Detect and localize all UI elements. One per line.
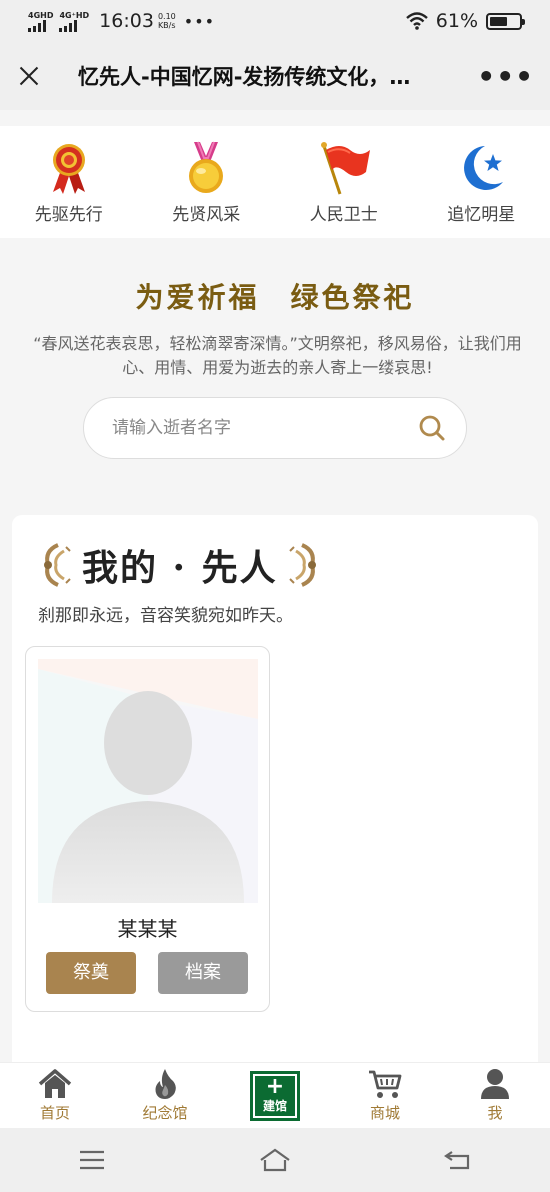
category-stars[interactable]: 追忆明星: [421, 140, 541, 225]
plus-icon: +: [265, 1074, 285, 1099]
network-type-1: 4GHD: [28, 10, 54, 20]
category-nav: 先驱先行 先贤风采 人民卫士 追忆明星: [0, 126, 550, 238]
tab-me[interactable]: 我: [440, 1068, 550, 1123]
battery-percent: 61%: [435, 10, 478, 32]
wifi-icon: [405, 12, 428, 30]
build-hall-icon: + 建馆: [250, 1070, 300, 1121]
flame-icon: [155, 1069, 176, 1099]
close-icon[interactable]: [16, 63, 42, 89]
tab-memorial[interactable]: 纪念馆: [110, 1068, 220, 1123]
ancestor-card[interactable]: 某某某 祭奠 档案: [25, 646, 270, 1012]
speed-unit: KB/s: [157, 21, 176, 30]
default-person-icon: [38, 659, 258, 903]
signal-bars-icon: [59, 19, 78, 32]
ribbon-medal-icon: [52, 143, 85, 194]
signal-bars-icon: [28, 19, 46, 32]
avatar: [38, 659, 258, 903]
more-notifications-icon: •••: [183, 11, 216, 31]
tab-label: 商城: [369, 1104, 400, 1122]
battery-fill: [490, 16, 508, 26]
ancestor-name: 某某某: [117, 917, 178, 941]
speed-value: 0.10: [157, 12, 176, 21]
page-title: 忆先人-中国忆网-发扬传统文化，…: [78, 65, 411, 89]
red-flag-icon: [320, 141, 370, 194]
home-icon: [38, 1069, 72, 1098]
search-bar: [83, 397, 467, 459]
hero-title: 为爱祈福 绿色祭祀: [135, 281, 415, 314]
network-speed: 0.10 KB/s: [158, 12, 176, 30]
tab-build-hall[interactable]: + 建馆: [220, 1070, 330, 1121]
section-title: 我的 · 先人: [82, 547, 278, 589]
tab-label: 首页: [39, 1104, 70, 1122]
my-ancestors-section: 我的 · 先人 刹那即永远，音容笑貌宛如昨天。 某某某 祭奠 档案: [12, 515, 538, 1075]
category-label: 先驱先行: [34, 204, 103, 225]
network-type-2: 4G⁺HD: [59, 10, 90, 20]
mourn-button[interactable]: 祭奠: [46, 952, 136, 994]
tab-label: 我: [487, 1104, 503, 1122]
section-subtitle: 刹那即永远，音容笑貌宛如昨天。: [38, 606, 293, 626]
status-bar: 4GHD 4G⁺HD 16:03 0.10 KB/s ••• 61%: [0, 0, 550, 42]
ornament-left-icon: [44, 543, 71, 587]
tab-home[interactable]: 首页: [0, 1068, 110, 1123]
signal-indicator-2: 4G⁺HD: [59, 11, 89, 32]
crescent-star-icon: [464, 145, 504, 190]
cart-icon: [369, 1070, 402, 1098]
menu-icon[interactable]: [76, 1146, 108, 1174]
back-icon[interactable]: [442, 1146, 474, 1174]
build-hall-label: 建馆: [262, 1099, 287, 1113]
user-icon: [481, 1069, 509, 1099]
section-header: 我的 · 先人: [38, 539, 322, 591]
more-menu-icon[interactable]: •••: [477, 60, 534, 93]
search-input[interactable]: [112, 418, 418, 438]
tab-label: 纪念馆: [142, 1104, 188, 1122]
search-icon[interactable]: [418, 414, 446, 442]
ornament-right-icon: [288, 543, 316, 587]
category-pioneer[interactable]: 先驱先行: [9, 140, 129, 225]
clock: 16:03: [99, 10, 154, 32]
archive-button[interactable]: 档案: [158, 952, 248, 994]
category-label: 先贤风采: [172, 204, 241, 225]
title-bar: 忆先人-中国忆网-发扬传统文化，… •••: [0, 42, 550, 110]
category-label: 追忆明星: [447, 204, 516, 225]
hero-description: “春风送花表哀思，轻松滴翠寄深情。”文明祭祀，移风易俗，让我们用心、用情、用爱为…: [33, 334, 522, 377]
gold-medal-icon: [189, 141, 224, 193]
home-nav-icon[interactable]: [259, 1146, 291, 1174]
category-guardian[interactable]: 人民卫士: [284, 140, 404, 225]
tab-shop[interactable]: 商城: [330, 1068, 440, 1123]
category-sage[interactable]: 先贤风采: [146, 140, 266, 225]
battery-icon: [486, 12, 525, 30]
signal-indicator-1: 4GHD: [28, 11, 53, 32]
category-label: 人民卫士: [309, 204, 378, 225]
system-nav-bar: [0, 1128, 550, 1192]
bottom-tab-bar: 首页 纪念馆 + 建馆 商城 我: [0, 1062, 550, 1128]
